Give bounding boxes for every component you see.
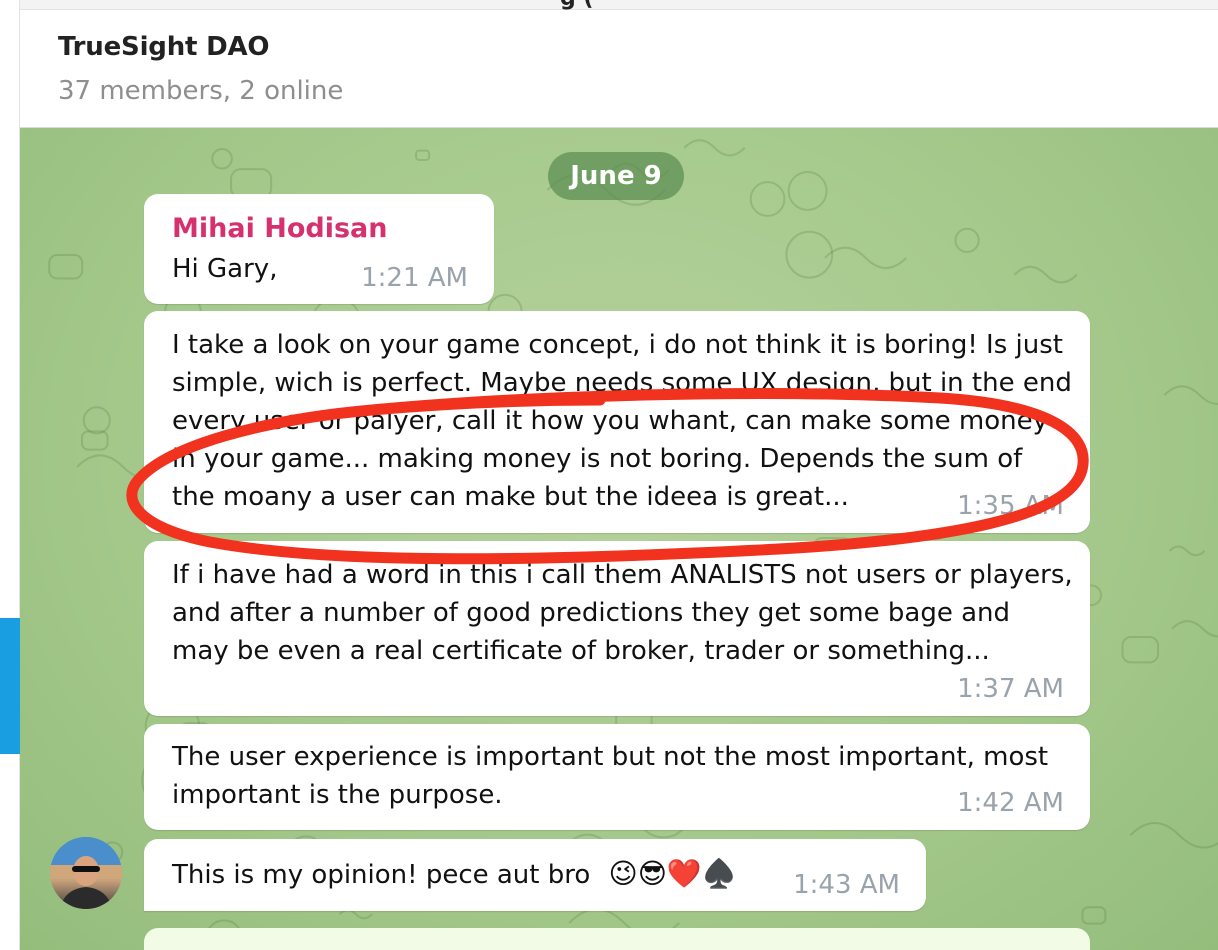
background-doodle	[824, 246, 908, 270]
chat-message-area[interactable]: June 9 Mihai Hodisan Hi Gary, 1:21 AM I …	[20, 128, 1218, 950]
selected-chat-indicator	[0, 618, 20, 754]
chat-header[interactable]: TrueSight DAO 37 members, 2 online	[20, 10, 1218, 128]
message-time: 1:35 AM	[957, 491, 1064, 521]
message-time: 1:37 AM	[957, 674, 1064, 704]
message-line: in your game... making money is not bori…	[172, 444, 1023, 474]
message-line: simple, wich is perfect. Maybe needs som…	[172, 368, 1072, 398]
message-bubble[interactable]: Mihai Hodisan Hi Gary, 1:21 AM	[144, 194, 494, 304]
background-doodle	[1168, 545, 1206, 557]
sender-name[interactable]: Mihai Hodisan	[172, 210, 387, 248]
background-doodle	[749, 181, 786, 217]
background-doodle	[211, 147, 233, 170]
background-doodle	[1081, 906, 1107, 925]
background-doodle	[415, 149, 431, 161]
message-line: Hi Gary,	[172, 254, 278, 284]
avatar[interactable]	[50, 837, 122, 909]
message-line: I take a look on your game concept, i do…	[172, 330, 1063, 360]
message-line: may be even a real certificate of broker…	[172, 636, 990, 666]
message-time: 1:42 AM	[957, 788, 1064, 818]
message-line: The user experience is important but not…	[172, 742, 1049, 772]
background-doodle	[48, 253, 84, 280]
message-line: the moany a user can make but the ideea …	[172, 482, 849, 512]
message-bubble[interactable]: If i have had a word in this i call them…	[144, 541, 1090, 716]
background-doodle	[1163, 385, 1218, 405]
avatar-photo	[50, 837, 122, 909]
message-text: This is my opinion! pece aut bro 😉😎❤️♠️	[172, 855, 737, 894]
background-doodle	[1013, 265, 1078, 284]
message-line: This is my opinion! pece aut bro	[172, 860, 591, 890]
message-bubble[interactable]: I take a look on your game concept, i do…	[144, 311, 1090, 533]
message-time: 1:21 AM	[361, 263, 468, 293]
background-doodle	[1171, 620, 1218, 638]
message-line: If i have had a word in this i call them…	[172, 560, 1073, 590]
background-doodle	[1129, 822, 1218, 849]
message-text: I take a look on your game concept, i do…	[172, 326, 1072, 516]
message-line: important is the purpose.	[172, 780, 503, 810]
message-text: Hi Gary,	[172, 250, 277, 288]
message-text: If i have had a word in this i call them…	[172, 556, 1073, 670]
background-doodle	[954, 227, 980, 253]
background-doodle	[1121, 636, 1160, 664]
emoji-reaction-set: 😉😎❤️♠️	[608, 857, 737, 890]
date-separator: June 9	[548, 152, 684, 200]
background-doodle	[785, 230, 834, 279]
background-doodle	[683, 139, 746, 157]
message-bubble-partial[interactable]	[144, 928, 1090, 950]
background-doodle	[82, 406, 111, 435]
chat-title[interactable]: TrueSight DAO	[58, 32, 269, 62]
message-bubble[interactable]: This is my opinion! pece aut bro 😉😎❤️♠️ …	[144, 839, 926, 911]
message-line: every user or palyer, call it how you wh…	[172, 406, 1049, 436]
left-sidebar-edge	[0, 0, 20, 950]
message-time: 1:43 AM	[793, 870, 900, 900]
message-text: The user experience is important but not…	[172, 738, 1048, 814]
message-bubble[interactable]: The user experience is important but not…	[144, 724, 1090, 830]
window-titlebar: g (	[20, 0, 1218, 11]
background-doodle	[787, 170, 828, 211]
background-doodle	[338, 909, 373, 920]
message-line: and after a number of good predictions t…	[172, 598, 1010, 628]
chat-member-status: 37 members, 2 online	[58, 76, 344, 106]
